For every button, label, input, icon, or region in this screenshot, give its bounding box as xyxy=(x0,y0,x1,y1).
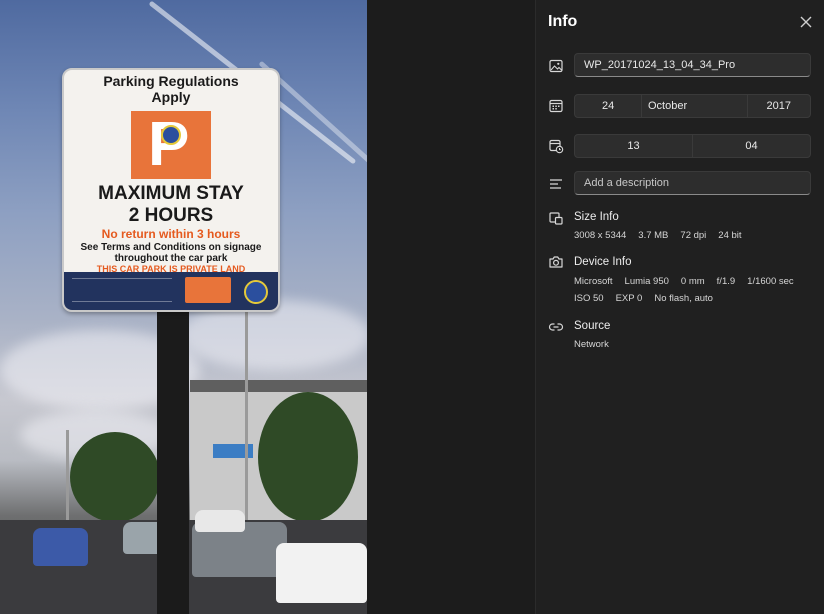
file-size: 3.7 MB xyxy=(638,230,669,241)
image-icon xyxy=(548,58,564,74)
size-icon xyxy=(548,210,564,226)
camera-icon xyxy=(548,254,564,270)
smart-parking-logo xyxy=(185,277,231,303)
description-icon xyxy=(548,176,564,192)
car xyxy=(276,543,367,603)
sign-max-stay: MAXIMUM STAY xyxy=(98,183,244,204)
size-info-values: 3008 x 5344 3.7 MB 72 dpi 24 bit xyxy=(574,230,754,241)
info-panel: Info WP_20171024_13_04_34_Pro 24 October… xyxy=(535,0,824,614)
sign-pole xyxy=(157,307,189,614)
sign-footer xyxy=(64,272,278,310)
bit-depth: 24 bit xyxy=(718,230,742,241)
photo-preview: Parking Regulations Apply P MAXIMUM STAY… xyxy=(0,0,367,614)
viewer-background xyxy=(367,0,535,614)
sign-title: Parking Regulations Apply xyxy=(103,73,239,105)
p-logo-badge xyxy=(161,125,181,145)
accreditation-badge xyxy=(244,280,268,304)
sign-fine-print xyxy=(72,278,172,302)
tree xyxy=(70,432,160,522)
panel-title: Info xyxy=(548,13,578,30)
device-info-title: Device Info xyxy=(574,256,632,268)
camera-maker: Microsoft xyxy=(574,276,613,287)
parking-sign: Parking Regulations Apply P MAXIMUM STAY… xyxy=(62,68,280,312)
date-month-picker[interactable]: October xyxy=(641,94,748,118)
car xyxy=(195,510,245,532)
flash: No flash, auto xyxy=(654,293,713,304)
calendar-icon xyxy=(548,98,564,114)
device-info-line2: ISO 50 EXP 0 No flash, auto xyxy=(574,293,725,304)
lamp-pole xyxy=(66,430,69,530)
size-info-title: Size Info xyxy=(574,211,619,223)
shutter-speed: 1/1600 sec xyxy=(747,276,794,287)
camera-model: Lumia 950 xyxy=(624,276,669,287)
car xyxy=(33,528,88,566)
close-icon[interactable] xyxy=(798,14,814,30)
clock-icon xyxy=(548,138,564,154)
date-year-picker[interactable]: 2017 xyxy=(747,94,811,118)
file-name-input[interactable]: WP_20171024_13_04_34_Pro xyxy=(574,53,811,77)
focal-length: 0 mm xyxy=(680,276,705,287)
device-info-line1: Microsoft Lumia 950 0 mm f/1.9 1/1600 sec xyxy=(574,276,806,287)
description-input[interactable]: Add a description xyxy=(574,171,811,195)
iso: ISO 50 xyxy=(574,293,604,304)
dimensions: 3008 x 5344 xyxy=(574,230,627,241)
parking-p-logo: P xyxy=(131,111,211,179)
exposure: EXP 0 xyxy=(615,293,643,304)
source-value: Network xyxy=(574,339,609,350)
sign-no-return: No return within 3 hours xyxy=(101,227,241,241)
sign-terms: See Terms and Conditions on signage thro… xyxy=(80,242,262,264)
date-day-picker[interactable]: 24 xyxy=(574,94,642,118)
link-icon xyxy=(548,319,564,335)
source-title: Source xyxy=(574,320,611,332)
sign-hours: 2 HOURS xyxy=(128,205,214,226)
tree xyxy=(258,392,358,522)
dpi: 72 dpi xyxy=(680,230,707,241)
time-hour-picker[interactable]: 13 xyxy=(574,134,693,158)
aperture: f/1.9 xyxy=(716,276,736,287)
time-minute-picker[interactable]: 04 xyxy=(692,134,811,158)
